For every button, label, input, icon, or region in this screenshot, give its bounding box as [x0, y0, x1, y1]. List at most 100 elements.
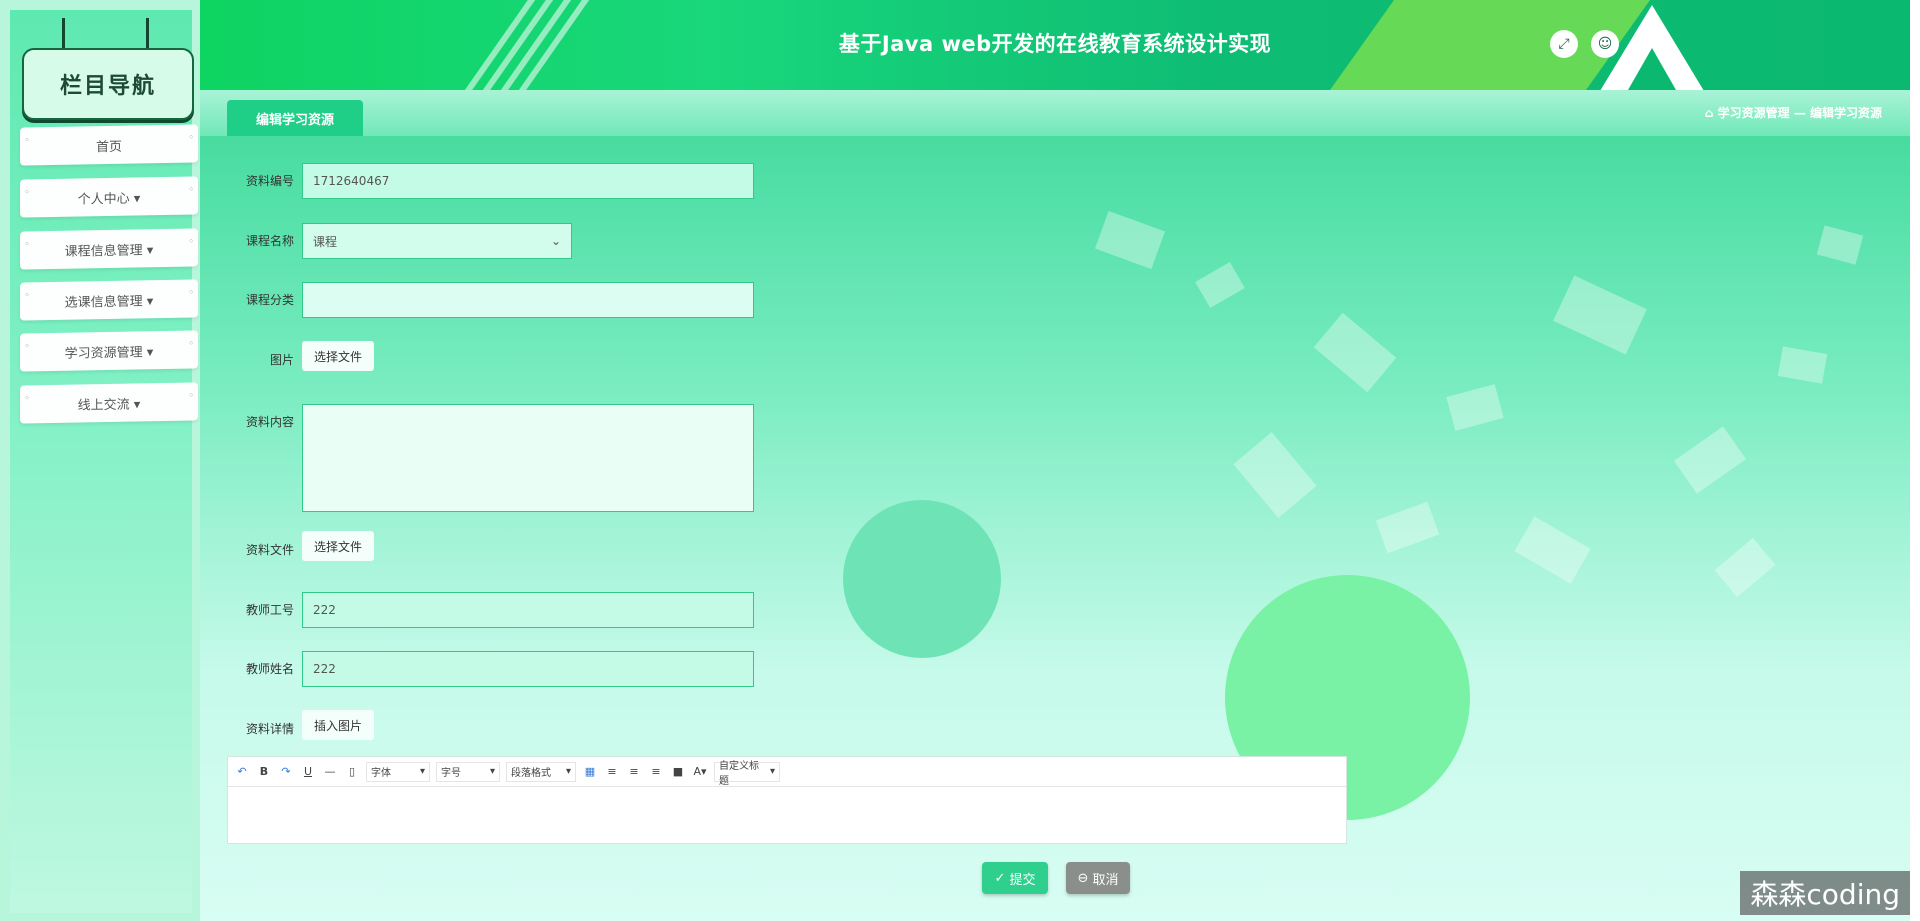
sidebar-panel: 栏目导航 ◦ 首页 ◦ ◦ 个人中心 ▾ ◦ ◦ 课程信息管理 ▾ ◦ ◦ 选课… — [10, 10, 198, 913]
caret-down-icon: ▾ — [419, 766, 425, 777]
decor-circle — [843, 500, 1001, 658]
course-name-label: 课程名称 — [245, 234, 294, 248]
sidebar-item-learning-resources[interactable]: ◦ 学习资源管理 ▾ ◦ — [20, 330, 198, 372]
sidebar: 栏目导航 ◦ 首页 ◦ ◦ 个人中心 ▾ ◦ ◦ 课程信息管理 ▾ ◦ ◦ 选课… — [0, 0, 200, 921]
horizontal-rule-icon[interactable]: — — [322, 765, 338, 778]
decor-shard — [1673, 426, 1747, 494]
resource-file-button[interactable]: 选择文件 — [302, 531, 374, 561]
sidebar-item-course-selection[interactable]: ◦ 选课信息管理 ▾ ◦ — [20, 279, 198, 321]
font-select-label: 字体 — [371, 768, 391, 779]
pin-icon: ◦ — [188, 287, 194, 299]
tab-edit-resource[interactable]: 编辑学习资源 — [227, 100, 363, 136]
rich-text-editor: ↶ B ↷ U — ▯ 字体 ▾ 字号 ▾ 段落格式 ▾ ▦ ≡ ≡ ≡ ■ A… — [227, 756, 1347, 844]
paste-icon[interactable]: ▯ — [344, 765, 360, 778]
pin-icon: ◦ — [188, 338, 194, 350]
align-right-icon[interactable]: ≡ — [626, 765, 642, 778]
pin-icon: ◦ — [24, 341, 30, 353]
main-content: 编辑学习资源 ⌂ 学习资源管理 — 编辑学习资源 资料编号 1712640467… — [200, 90, 1910, 921]
tab-strip: 编辑学习资源 ⌂ 学习资源管理 — 编辑学习资源 — [200, 90, 1910, 136]
watermark: 森森coding — [1740, 871, 1910, 915]
resource-no-input[interactable]: 1712640467 — [302, 163, 754, 199]
pin-icon: ◦ — [24, 393, 30, 405]
redo-icon[interactable]: ↷ — [278, 765, 294, 778]
sidebar-item-label: 课程信息管理 ▾ — [64, 242, 154, 260]
teacher-name-input[interactable]: 222 — [302, 651, 754, 687]
image-label: 图片 — [269, 353, 294, 367]
chevron-down-icon: ⌄ — [550, 234, 561, 248]
insert-image-button[interactable]: 插入图片 — [302, 710, 374, 740]
user-icon: ☺ — [1597, 36, 1613, 52]
bold-icon[interactable]: B — [256, 765, 272, 778]
submit-button[interactable]: ✓ 提交 — [982, 862, 1048, 894]
breadcrumb-text[interactable]: 学习资源管理 — 编辑学习资源 — [1718, 106, 1882, 120]
decor-shard — [1375, 501, 1440, 554]
sidebar-item-course-info[interactable]: ◦ 课程信息管理 ▾ ◦ — [20, 228, 198, 270]
decor-shard — [1446, 384, 1504, 431]
sidebar-item-label: 学习资源管理 ▾ — [64, 344, 154, 362]
sidebar-item-label: 首页 — [95, 139, 122, 155]
sidebar-item-label: 选课信息管理 ▾ — [64, 293, 154, 311]
custom-title-label: 自定义标题 — [719, 760, 759, 787]
teacher-no-input[interactable]: 222 — [302, 592, 754, 628]
home-icon: ⌂ — [1704, 106, 1714, 120]
custom-title-select[interactable]: 自定义标题 ▾ — [714, 761, 780, 787]
align-left-icon[interactable]: ≡ — [604, 765, 620, 778]
header: 基于Java web开发的在线教育系统设计实现 ⤢ ☺ — [200, 0, 1910, 90]
decor-shard — [1553, 275, 1647, 355]
resource-file-label: 资料文件 — [245, 543, 294, 557]
minus-circle-icon: ⊖ — [1077, 870, 1089, 886]
decor-shard — [1195, 262, 1245, 308]
sidebar-item-label: 个人中心 ▾ — [77, 190, 141, 208]
sign-rope — [146, 18, 149, 50]
user-button[interactable]: ☺ — [1591, 30, 1619, 58]
sidebar-item-home[interactable]: ◦ 首页 ◦ — [20, 124, 198, 166]
decor-shard — [1313, 312, 1397, 393]
decor-shard — [1816, 225, 1864, 265]
pin-icon: ◦ — [188, 132, 194, 144]
table-icon[interactable]: ▦ — [582, 765, 598, 778]
pin-icon: ◦ — [188, 184, 194, 196]
pin-icon: ◦ — [188, 236, 194, 248]
expand-icon: ⤢ — [1558, 36, 1570, 52]
align-justify-icon[interactable]: ■ — [670, 765, 686, 778]
editor-body[interactable] — [228, 787, 1346, 843]
teacher-no-label: 教师工号 — [245, 603, 294, 617]
caret-down-icon: ▾ — [565, 766, 571, 777]
decor-shard — [1233, 432, 1317, 518]
size-select-label: 字号 — [441, 768, 461, 779]
check-circle-icon: ✓ — [994, 870, 1006, 886]
editor-toolbar: ↶ B ↷ U — ▯ 字体 ▾ 字号 ▾ 段落格式 ▾ ▦ ≡ ≡ ≡ ■ A… — [228, 757, 1346, 787]
font-color-icon[interactable]: A▾ — [692, 765, 708, 778]
breadcrumb: ⌂ 学习资源管理 — 编辑学习资源 — [1705, 104, 1882, 121]
cancel-button[interactable]: ⊖ 取消 — [1066, 862, 1130, 894]
cancel-label: 取消 — [1092, 872, 1119, 888]
decor-shard — [1094, 210, 1166, 270]
sign-rope — [62, 18, 65, 50]
course-category-input[interactable] — [302, 282, 754, 318]
resource-content-label: 资料内容 — [245, 415, 294, 429]
course-name-value: 课程 — [313, 234, 338, 249]
paragraph-select[interactable]: 段落格式 ▾ — [506, 761, 576, 782]
sidebar-item-label: 线上交流 ▾ — [77, 396, 141, 414]
fullscreen-button[interactable]: ⤢ — [1550, 30, 1578, 58]
decor-shard — [1714, 538, 1776, 597]
pin-icon: ◦ — [24, 187, 30, 199]
nav-title: 栏目导航 — [22, 48, 194, 120]
sidebar-item-personal-center[interactable]: ◦ 个人中心 ▾ ◦ — [20, 176, 198, 218]
image-file-button[interactable]: 选择文件 — [302, 341, 374, 371]
pin-icon: ◦ — [188, 390, 194, 402]
course-name-select[interactable]: 课程 ⌄ — [302, 223, 572, 259]
page-title: 基于Java web开发的在线教育系统设计实现 — [838, 32, 1272, 56]
pin-icon: ◦ — [24, 135, 30, 147]
sidebar-item-online-exchange[interactable]: ◦ 线上交流 ▾ ◦ — [20, 382, 198, 424]
decor-shard — [1514, 516, 1591, 584]
submit-label: 提交 — [1009, 872, 1036, 888]
teacher-name-label: 教师姓名 — [245, 662, 294, 676]
resource-content-textarea[interactable] — [302, 404, 754, 512]
underline-icon[interactable]: U — [300, 765, 316, 778]
size-select[interactable]: 字号 ▾ — [436, 761, 500, 782]
align-center-icon[interactable]: ≡ — [648, 765, 664, 778]
font-select[interactable]: 字体 ▾ — [366, 761, 430, 782]
pin-icon: ◦ — [24, 239, 30, 251]
undo-icon[interactable]: ↶ — [234, 765, 250, 778]
